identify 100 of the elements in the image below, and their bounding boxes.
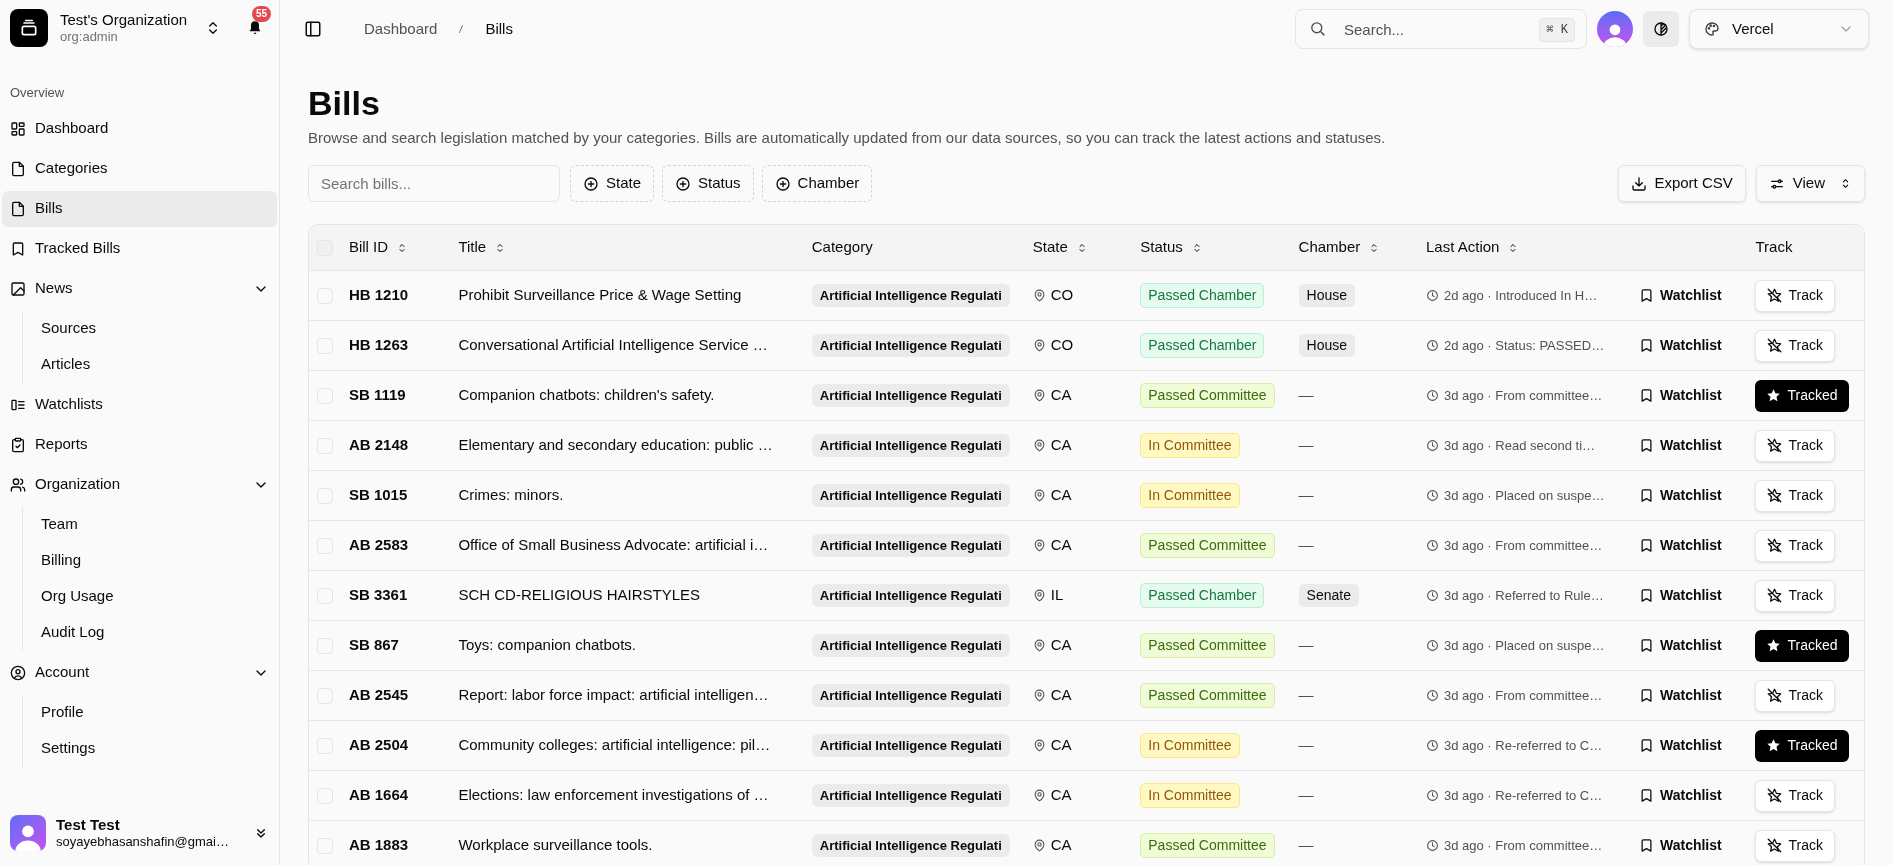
- clock-icon: [1426, 439, 1439, 452]
- bill-id[interactable]: AB 2148: [348, 436, 409, 454]
- sidebar-subitem[interactable]: Org Usage: [41, 578, 277, 615]
- tracked-button[interactable]: Tracked: [1755, 729, 1849, 762]
- sidebar-item[interactable]: Account: [2, 654, 277, 691]
- bill-title[interactable]: Companion chatbots: children's safety.: [458, 386, 715, 404]
- state-code: CO: [1050, 335, 1074, 356]
- filter-button[interactable]: State: [570, 165, 655, 202]
- filter-button[interactable]: Chamber: [761, 165, 873, 202]
- category-tag: Artificial Intelligence Regulati: [811, 283, 1010, 308]
- category-tag: Artificial Intelligence Regulati: [811, 633, 1010, 658]
- sidebar-subitem[interactable]: Settings: [41, 730, 277, 767]
- watchlist-button[interactable]: Watchlist: [1639, 685, 1722, 706]
- bill-title[interactable]: Workplace surveillance tools.: [458, 836, 653, 854]
- sidebar-item[interactable]: News: [2, 270, 277, 307]
- bill-id[interactable]: AB 1883: [348, 836, 409, 854]
- watchlist-button[interactable]: Watchlist: [1639, 435, 1722, 456]
- bill-title[interactable]: Crimes: minors.: [458, 486, 564, 504]
- column-header[interactable]: Title: [458, 236, 507, 259]
- map-pin-icon: [1032, 639, 1046, 652]
- bill-title[interactable]: Toys: companion chatbots.: [458, 636, 636, 654]
- bill-title[interactable]: Office of Small Business Advocate: artificial i…: [458, 536, 769, 554]
- watchlist-button[interactable]: Watchlist: [1639, 785, 1722, 806]
- watchlist-button[interactable]: Watchlist: [1639, 635, 1722, 656]
- bill-id[interactable]: SB 867: [348, 636, 399, 654]
- track-button[interactable]: Track: [1755, 829, 1835, 862]
- watchlist-button[interactable]: Watchlist: [1639, 285, 1722, 306]
- sidebar-subitem[interactable]: Team: [41, 506, 277, 543]
- users-icon: [10, 476, 26, 493]
- column-header[interactable]: Bill ID: [348, 236, 409, 259]
- sidebar-item[interactable]: Tracked Bills: [2, 230, 277, 267]
- sidebar-item[interactable]: Organization: [2, 466, 277, 503]
- bill-id[interactable]: SB 3361: [348, 586, 408, 604]
- notifications-button[interactable]: [247, 20, 263, 36]
- watchlist-button[interactable]: Watchlist: [1639, 385, 1722, 406]
- bill-title[interactable]: Elementary and secondary education: public …: [458, 436, 773, 454]
- state-code: CA: [1050, 735, 1072, 756]
- bill-title[interactable]: Community colleges: artificial intelligence: pil…: [458, 736, 771, 754]
- track-button[interactable]: Track: [1755, 779, 1835, 812]
- map-pin-icon: [1032, 439, 1046, 452]
- column-header[interactable]: State: [1032, 236, 1088, 259]
- view-button[interactable]: View: [1755, 165, 1865, 202]
- bill-id[interactable]: AB 2545: [348, 686, 409, 704]
- bill-id[interactable]: SB 1119: [348, 386, 406, 404]
- bill-title[interactable]: SCH CD-RELIGIOUS HAIRSTYLES: [458, 586, 701, 604]
- last-action: 3d ago · From committee…: [1444, 386, 1603, 405]
- watchlist-button[interactable]: Watchlist: [1639, 485, 1722, 506]
- filter-button[interactable]: Status: [662, 165, 754, 202]
- breadcrumb-link[interactable]: Dashboard: [364, 17, 438, 41]
- state-code: CO: [1050, 285, 1074, 306]
- last-action: 3d ago · From committee…: [1444, 686, 1603, 705]
- track-button[interactable]: Track: [1755, 479, 1835, 512]
- track-button[interactable]: Track: [1755, 279, 1835, 312]
- column-header[interactable]: Chamber: [1298, 236, 1381, 259]
- watchlist-button[interactable]: Watchlist: [1639, 735, 1722, 756]
- track-button[interactable]: Track: [1755, 429, 1835, 462]
- watchlist-button[interactable]: Watchlist: [1639, 335, 1722, 356]
- tracked-button[interactable]: Tracked: [1755, 379, 1849, 412]
- bill-title[interactable]: Elections: law enforcement investigations of …: [458, 786, 769, 804]
- avatar[interactable]: [1597, 11, 1633, 47]
- track-button[interactable]: Track: [1755, 579, 1835, 612]
- bill-id[interactable]: HB 1210: [348, 286, 409, 304]
- bill-title[interactable]: Report: labor force impact: artificial intelligen…: [458, 686, 769, 704]
- notification-count: 55: [252, 6, 272, 22]
- sidebar-subitem[interactable]: Profile: [41, 694, 277, 731]
- bill-id[interactable]: HB 1263: [348, 336, 409, 354]
- track-button[interactable]: Track: [1755, 679, 1835, 712]
- bill-title[interactable]: Conversational Artificial Intelligence Service …: [458, 336, 768, 354]
- tracked-button[interactable]: Tracked: [1755, 629, 1849, 662]
- watchlist-button[interactable]: Watchlist: [1639, 835, 1722, 856]
- sidebar-item[interactable]: Watchlists: [2, 386, 277, 423]
- sidebar-item[interactable]: Bills: [2, 190, 277, 227]
- watchlist-button[interactable]: Watchlist: [1639, 585, 1722, 606]
- theme-select[interactable]: Vercel: [1689, 9, 1869, 49]
- theme-toggle-button[interactable]: [1643, 11, 1679, 47]
- sidebar-toggle-button[interactable]: [304, 20, 322, 38]
- last-action: 3d ago · Re-referred to C…: [1444, 736, 1603, 755]
- sidebar-subitem[interactable]: Articles: [41, 346, 277, 383]
- track-button[interactable]: Track: [1755, 329, 1835, 362]
- last-action: 3d ago · From committee…: [1444, 536, 1603, 555]
- bill-id[interactable]: AB 2583: [348, 536, 409, 554]
- export-csv-button[interactable]: Export CSV: [1618, 165, 1746, 202]
- chamber-empty: —: [1298, 636, 1314, 654]
- track-button[interactable]: Track: [1755, 529, 1835, 562]
- column-header[interactable]: Status: [1140, 236, 1203, 259]
- bill-id[interactable]: AB 2504: [348, 736, 409, 754]
- sidebar-item[interactable]: Reports: [2, 426, 277, 463]
- chamber-empty: —: [1298, 736, 1314, 754]
- column-header[interactable]: Last Action: [1426, 236, 1520, 259]
- search-bills-field[interactable]: Search bills...: [308, 165, 560, 202]
- sidebar-item[interactable]: Categories: [2, 150, 277, 187]
- sidebar-subitem[interactable]: Sources: [41, 310, 277, 347]
- clock-icon: [1426, 839, 1439, 852]
- bill-id[interactable]: SB 1015: [348, 486, 408, 504]
- watchlist-button[interactable]: Watchlist: [1639, 535, 1722, 556]
- sidebar-item[interactable]: Dashboard: [2, 110, 277, 147]
- sidebar-subitem[interactable]: Billing: [41, 542, 277, 579]
- bill-id[interactable]: AB 1664: [348, 786, 409, 804]
- bill-title[interactable]: Prohibit Surveillance Price & Wage Setting: [458, 286, 742, 304]
- sidebar-subitem[interactable]: Audit Log: [41, 614, 277, 651]
